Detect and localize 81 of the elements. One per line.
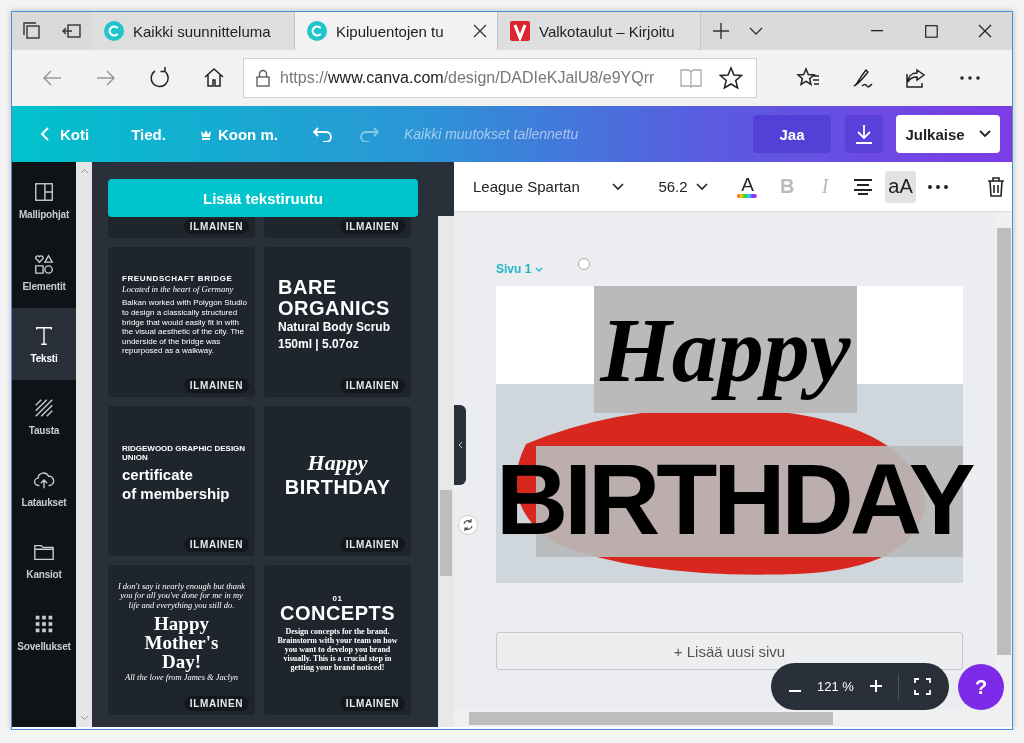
template-card[interactable]: 01 CONCEPTS Design concepts for the brand. Brainstorm with your team on how you want to develop you brand visually. This is a crucial step in getting your brand noticed! ILMAINEN [264, 565, 411, 715]
template-card[interactable]: ILMAINEN [108, 217, 255, 238]
crown-icon [199, 128, 212, 140]
template-text: CONCEPTS [278, 602, 397, 624]
undo-icon[interactable] [311, 126, 334, 142]
help-button[interactable]: ? [958, 664, 1004, 710]
template-text: ORGANICS [278, 298, 391, 320]
shapes-icon [33, 252, 55, 275]
save-status: Kaikki muutokset tallennettu [403, 126, 579, 142]
address-bar[interactable]: https://www.canva.com/design/DADIeKJalU8/e9YQrr [243, 58, 757, 98]
browser-tab[interactable]: Valkotaulut – Kirjoitu [498, 12, 701, 50]
template-text: Balkan worked with Polygon Studio to design a classically structured bridge that would easily fit in with the visual aesthetic of the city. The underside of the bridge was repurposed as a walkway. [122, 298, 247, 356]
collapse-panel-handle[interactable] [454, 405, 466, 485]
template-text: of membership [122, 485, 231, 504]
chevron-down-icon [978, 130, 991, 138]
download-icon [855, 124, 873, 144]
text-color-button[interactable]: A [731, 170, 764, 203]
template-card[interactable]: RIDGEWOOD GRAPHIC DESIGN UNION certificate of membership ILMAINEN [108, 406, 255, 556]
font-dropdown[interactable]: League Spartan [473, 178, 639, 195]
scrollbar[interactable] [996, 212, 1012, 710]
template-text: Happy [306, 450, 369, 477]
rotate-handle[interactable] [578, 258, 590, 270]
template-text: Design concepts for the brand. Brainstorm with your team on how you want to develop you brand visually. This is a crucial step in getting your brand noticed! [276, 626, 399, 673]
letter-case-button[interactable]: aA [884, 170, 917, 203]
template-text: BIRTHDAY [283, 476, 392, 498]
template-text: Natural Body Scrub [278, 319, 392, 336]
free-badge: ILMAINEN [183, 378, 249, 393]
template-card[interactable] [108, 247, 255, 397]
hatch-icon [33, 396, 55, 419]
scrollbar[interactable] [438, 216, 454, 727]
template-card[interactable]: BARE ORGANICS Natural Body Scrub 150ml | 5.07oz ILMAINEN [264, 247, 411, 397]
zoom-level[interactable]: 121 % [817, 679, 854, 694]
layout-icon [33, 180, 55, 203]
favorite-star-icon[interactable] [716, 66, 746, 90]
chevron-down-icon [535, 266, 544, 272]
share-button[interactable]: Jaa [753, 115, 831, 153]
sidebar-item[interactable]: Teksti [12, 308, 76, 380]
text-icon [33, 324, 55, 347]
template-text: RIDGEWOOD GRAPHIC DESIGN UNION [122, 444, 247, 463]
download-button[interactable] [845, 115, 883, 153]
canva-logo-icon [104, 21, 124, 41]
close-icon[interactable] [473, 24, 487, 38]
template-text: BARE [278, 277, 338, 299]
template-text: Located in the heart of Germany [122, 285, 235, 295]
add-page-button[interactable]: + Lisää uusi sivu [496, 632, 963, 670]
chevron-left-icon [40, 126, 50, 142]
template-text: All the love from James & Jaclyn [124, 672, 239, 683]
canva-logo-icon [307, 21, 327, 41]
free-badge: ILMAINEN [339, 378, 405, 393]
browser-tab[interactable]: Kaikki suunnitteluma [92, 12, 295, 50]
free-badge: ILMAINEN [339, 219, 405, 234]
chevron-down-icon [612, 182, 625, 191]
template-text: 150ml | 5.07oz [278, 336, 360, 353]
free-badge: ILMAINEN [183, 219, 249, 234]
sidebar-item[interactable]: Kansiot [12, 524, 76, 596]
v-logo-icon [510, 21, 530, 41]
sidebar-item[interactable]: Sovellukset [12, 596, 76, 668]
publish-button[interactable]: Julkaise [896, 115, 1000, 153]
sidebar-item[interactable]: Lataukset [12, 452, 76, 524]
template-text: Day! [160, 651, 203, 671]
lock-icon [256, 69, 270, 87]
free-badge: ILMAINEN [339, 696, 405, 711]
fullscreen-icon[interactable] [914, 678, 931, 695]
scrollbar[interactable] [454, 710, 1012, 727]
browser-tab[interactable]: Kipuluentojen tu [295, 12, 498, 50]
template-card[interactable]: I don't say it nearly enough but thank you for all you've done for me in my life and everything you still do. Happy Mother's Day! All the love from James & Jaclyn ILMAINEN [108, 565, 255, 715]
template-card[interactable]: Happy BIRTHDAY ILMAINEN [264, 406, 411, 556]
template-card[interactable]: ILMAINEN [264, 217, 411, 238]
chevron-down-icon [695, 182, 708, 191]
template-text: I don't say it nearly enough but thank you for all you've done for me in my life and everything you still do. [116, 581, 247, 610]
template-text: certificate [122, 466, 194, 486]
free-badge: ILMAINEN [339, 537, 405, 552]
sidebar-item[interactable]: Mallipohjat [12, 164, 76, 236]
free-badge: ILMAINEN [183, 696, 249, 711]
template-text: Happy [153, 613, 210, 633]
sidebar-item[interactable]: Tausta [12, 380, 76, 452]
sidebar-item[interactable]: Elementit [12, 236, 76, 308]
free-badge: ILMAINEN [183, 537, 249, 552]
font-size-dropdown[interactable]: 56.2 [658, 178, 708, 195]
template-text: 01 [331, 593, 344, 603]
template-text: FREUNDSCHAFT BRIDGE [122, 274, 234, 284]
